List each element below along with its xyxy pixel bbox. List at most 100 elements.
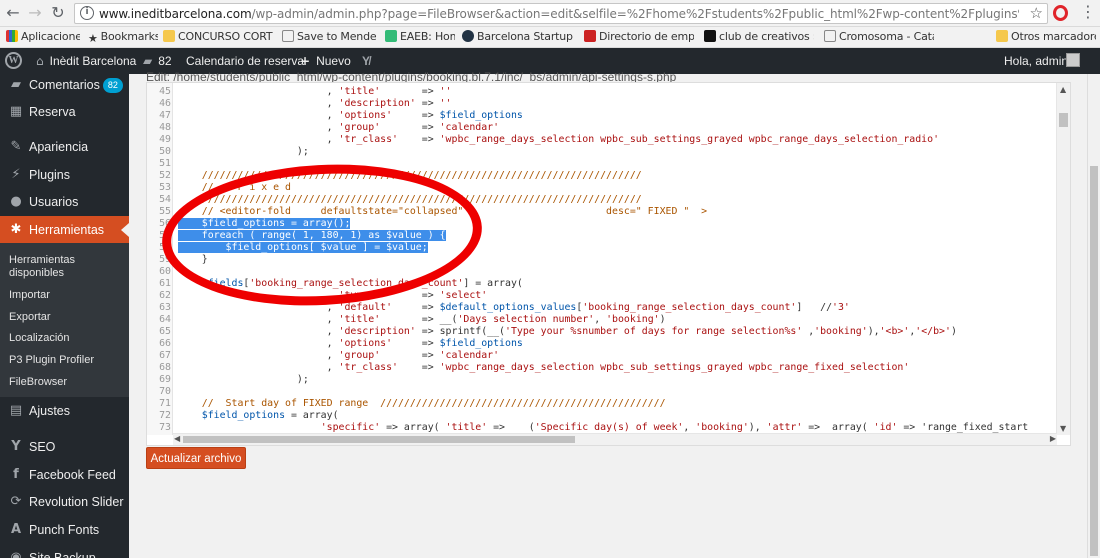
bookmark-star-icon[interactable]: ☆ (1030, 4, 1043, 22)
code-text[interactable]: , 'type' => 'select' (178, 290, 488, 302)
code-text[interactable]: foreach ( range( 1, 180, 1) as $value ) … (178, 230, 446, 242)
code-line[interactable]: 71 // Start day of FIXED range /////////… (147, 398, 1055, 410)
code-text[interactable]: , 'group' => 'calendar' (178, 122, 499, 134)
code-line[interactable]: 67 , 'group' => 'calendar' (147, 350, 1055, 362)
code-line[interactable]: 68 , 'tr_class' => 'wpbc_range_days_sele… (147, 362, 1055, 374)
menu-punch-fonts[interactable]: A Punch Fonts (0, 516, 129, 544)
submenu-filebrowser[interactable]: FileBrowser (9, 376, 124, 389)
scroll-thumb[interactable] (183, 436, 575, 443)
opera-extension-icon[interactable] (1053, 5, 1068, 21)
code-line[interactable]: 62 , 'type' => 'select' (147, 290, 1055, 302)
bookmark-mendeley[interactable]: Save to Mendeley (282, 29, 376, 45)
code-line[interactable]: 48 , 'group' => 'calendar' (147, 122, 1055, 134)
code-text[interactable]: ); (178, 146, 309, 158)
bookmark-startup[interactable]: Barcelona Startup Ma (462, 29, 574, 45)
code-text[interactable]: // <editor-fold defaultstate="collapsed"… (178, 206, 707, 218)
scroll-right-icon[interactable]: ▶ (1050, 434, 1056, 443)
code-line[interactable]: 53 // F i x e d (147, 182, 1055, 194)
code-text[interactable]: $fields['booking_range_selection_days_co… (178, 278, 523, 290)
avatar[interactable] (1066, 53, 1080, 67)
bookmark-apps[interactable]: Aplicaciones (6, 29, 80, 45)
code-line[interactable]: 49 , 'tr_class' => 'wpbc_range_days_sele… (147, 134, 1055, 146)
code-line[interactable]: 64 , 'title' => __('Days selection numbe… (147, 314, 1055, 326)
forward-icon[interactable]: → (25, 3, 45, 23)
browser-menu-icon[interactable]: ⋮ (1080, 2, 1096, 21)
code-line[interactable]: 51 (147, 158, 1055, 170)
bookmark-club[interactable]: club de creativos » di (704, 29, 814, 45)
menu-apariencia[interactable]: ✎ Apariencia (0, 133, 129, 161)
code-line[interactable]: 65 , 'description' => sprintf(__('Type y… (147, 326, 1055, 338)
scroll-left-icon[interactable]: ◀ (174, 434, 180, 443)
code-line[interactable]: 56 $field_options = array(); (147, 218, 1055, 230)
page-scroll-thumb[interactable] (1090, 166, 1098, 556)
menu-usuarios[interactable]: ● Usuarios (0, 188, 129, 216)
wordpress-logo-icon[interactable]: W (5, 52, 22, 69)
submenu-herramientas-disponibles[interactable]: Herramientas disponibles (9, 254, 124, 280)
info-icon[interactable]: i (80, 6, 94, 20)
submenu-p3-profiler[interactable]: P3 Plugin Profiler (9, 354, 124, 367)
code-text[interactable]: ////////////////////////////////////////… (178, 194, 642, 206)
code-line[interactable]: 63 , 'default' => $default_options_value… (147, 302, 1055, 314)
address-bar[interactable]: i www.ineditbarcelona.com/wp-admin/admin… (74, 3, 1048, 24)
code-line[interactable]: 66 , 'options' => $field_options (147, 338, 1055, 350)
editor-horizontal-scrollbar[interactable]: ◀ ▶ (173, 433, 1057, 445)
code-line[interactable]: 55 // <editor-fold defaultstate="collaps… (147, 206, 1055, 218)
code-line[interactable]: 60 (147, 266, 1055, 278)
menu-site-backup[interactable]: ◉ Site Backup (0, 544, 129, 558)
submenu-exportar[interactable]: Exportar (9, 311, 124, 324)
adminbar-site[interactable]: ⌂ Inèdit Barcelona (36, 48, 136, 74)
bookmark-other[interactable]: Otros marcadores (996, 29, 1096, 45)
code-line[interactable]: 57 foreach ( range( 1, 180, 1) as $value… (147, 230, 1055, 242)
submenu-localizacion[interactable]: Localización (9, 332, 124, 345)
code-line[interactable]: 59 } (147, 254, 1055, 266)
page-scrollbar[interactable] (1087, 74, 1100, 558)
code-text[interactable]: ); (178, 374, 309, 386)
code-text[interactable]: , 'tr_class' => 'wpbc_range_days_selecti… (178, 134, 939, 146)
bookmark-concurso[interactable]: CONCURSO CORTOS (163, 29, 273, 45)
code-editor[interactable]: 45 , 'title' => '' 46 , 'description' => … (146, 82, 1071, 446)
reload-icon[interactable]: ↻ (48, 3, 68, 23)
bookmark-bookmarks[interactable]: ★ Bookmarks (88, 29, 158, 45)
menu-seo[interactable]: Y SEO (0, 433, 129, 461)
code-text[interactable]: , 'description' => sprintf(__('Type your… (178, 326, 957, 338)
code-text[interactable]: ////////////////////////////////////////… (178, 170, 642, 182)
code-text[interactable]: , 'title' => __('Days selection number',… (178, 314, 666, 326)
menu-ajustes[interactable]: ▤ Ajustes (0, 397, 129, 425)
code-text[interactable]: $field_options[ $value ] = $value; (178, 242, 428, 254)
code-text[interactable]: $field_options = array(); (178, 218, 351, 230)
code-text[interactable]: , 'default' => $default_options_values['… (178, 302, 850, 314)
update-file-button[interactable]: Actualizar archivo (146, 447, 246, 469)
url-text[interactable]: www.ineditbarcelona.com/wp-admin/admin.p… (99, 7, 1019, 21)
code-line[interactable]: 46 , 'description' => '' (147, 98, 1055, 110)
adminbar-account[interactable]: Hola, admin (1004, 48, 1068, 74)
menu-plugins[interactable]: ⚡ Plugins (0, 161, 129, 189)
code-text[interactable]: , 'tr_class' => 'wpbc_range_days_selecti… (178, 362, 910, 374)
code-line[interactable]: 58 $field_options[ $value ] = $value; (147, 242, 1055, 254)
bookmark-cromosoma[interactable]: Cromosoma - Catalan (824, 29, 934, 45)
bookmark-directorio[interactable]: Directorio de empres (584, 29, 694, 45)
code-text[interactable]: , 'description' => '' (178, 98, 452, 110)
code-text[interactable]: , 'group' => 'calendar' (178, 350, 499, 362)
code-line[interactable]: 50 ); (147, 146, 1055, 158)
submenu-importar[interactable]: Importar (9, 289, 124, 302)
code-text[interactable]: // Start day of FIXED range ////////////… (178, 398, 666, 410)
menu-herramientas[interactable]: ✱ Herramientas (0, 216, 129, 244)
scroll-up-icon[interactable]: ▲ (1060, 85, 1066, 94)
code-text[interactable]: , 'options' => $field_options (178, 338, 523, 350)
code-text[interactable]: } (178, 254, 208, 266)
menu-reserva[interactable]: ▦ Reserva (0, 98, 129, 126)
code-line[interactable]: 69 ); (147, 374, 1055, 386)
code-line[interactable]: 45 , 'title' => '' (147, 86, 1055, 98)
code-text[interactable]: , 'options' => $field_options (178, 110, 523, 122)
menu-comentarios[interactable]: ▰ Comentarios 82 (0, 74, 129, 99)
code-text[interactable]: // F i x e d (178, 182, 291, 194)
code-text[interactable]: , 'title' => '' (178, 86, 452, 98)
menu-facebook-feed[interactable]: f Facebook Feed (0, 461, 129, 489)
bookmark-eaeb[interactable]: EAEB: Home (385, 29, 455, 45)
code-line[interactable]: 54 /////////////////////////////////////… (147, 194, 1055, 206)
back-icon[interactable]: ← (3, 3, 23, 23)
scroll-thumb[interactable] (1059, 113, 1068, 127)
code-line[interactable]: 47 , 'options' => $field_options (147, 110, 1055, 122)
scroll-down-icon[interactable]: ▼ (1060, 424, 1066, 433)
editor-vertical-scrollbar[interactable]: ▲ ▼ (1056, 83, 1070, 435)
